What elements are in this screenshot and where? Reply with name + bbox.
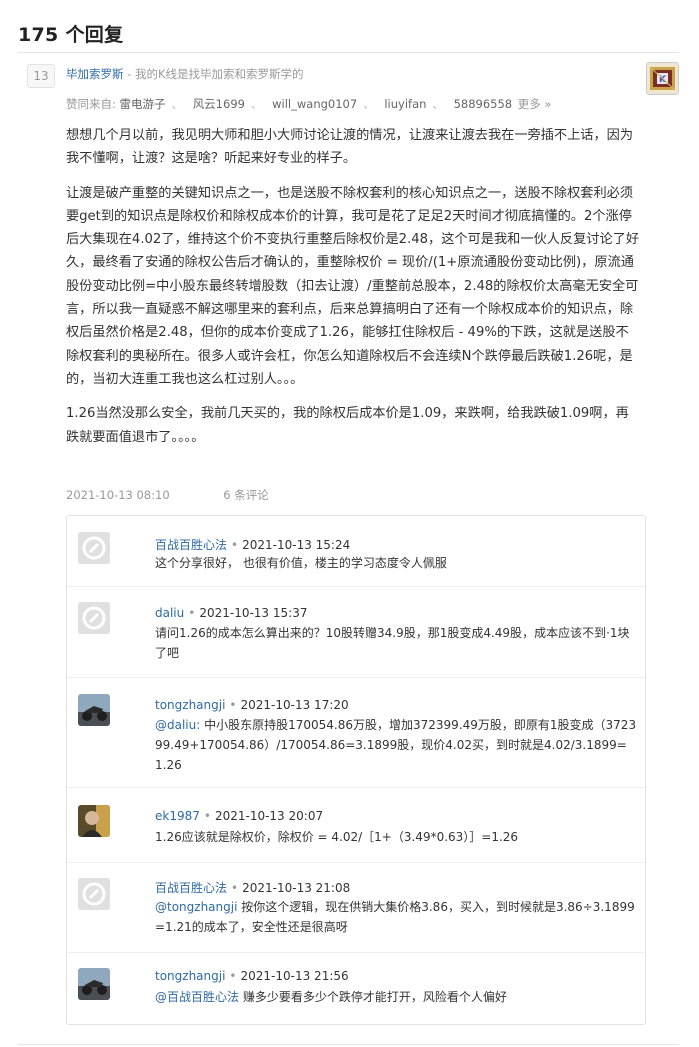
comment-dot: • [203, 809, 211, 823]
comment-header: tongzhangji • 2021-10-13 17:20 [155, 698, 349, 712]
post-date: 2021-10-13 08:10 [66, 488, 170, 502]
author-line: 毕加索罗斯 - 我的K线是找毕加索和索罗斯学的 [66, 66, 304, 82]
comment-mention[interactable]: @daliu: [155, 718, 200, 732]
comment-count-link[interactable]: 6 条评论 [223, 488, 268, 502]
votes-label: 赞同来自: [66, 97, 116, 111]
comment-header: tongzhangji • 2021-10-13 21:56 [155, 969, 349, 983]
motorcycle-avatar[interactable] [78, 968, 110, 1000]
post-paragraph: 让渡是破产重整的关键知识点之一，也是送股不除权套利的核心知识点之一，送股不除权套… [66, 185, 640, 387]
post-paragraph: 想想几个月以前，我见明大师和胆小大师讨论让渡的情况，让渡来让渡去我在一旁插不上话… [66, 128, 634, 167]
voter-separator: 、 [171, 97, 184, 111]
comment-time: 2021-10-13 20:07 [214, 809, 324, 823]
comment-user-link[interactable]: ek1987 [155, 809, 200, 823]
votes-line: 赞同来自: 雷电游子、 风云1699、 will_wang0107、 liuyi… [66, 96, 551, 112]
comment-content: 赚多少要看多少个跌停才能打开，风险看个人偏好 [239, 990, 507, 1004]
comment-text: 请问1.26的成本怎么算出来的？10股转赠34.9股，那1股变成4.49股，成本… [155, 623, 637, 663]
author-name-link[interactable]: 毕加索罗斯 [66, 67, 124, 81]
person-avatar[interactable] [78, 805, 110, 837]
comment-item: ek1987 • 2021-10-13 20:07 1.26应该就是除权价，除权价 … [67, 787, 645, 867]
comment-dot: • [231, 881, 239, 895]
voter-separator: 、 [363, 97, 375, 111]
comment-text: @tongzhangji 按你这个逻辑，现在供销大集价格3.86，买入，到时候就… [155, 897, 637, 937]
comment-user-link[interactable]: daliu [155, 606, 184, 620]
comment-item: daliu • 2021-10-13 15:37 请问1.26的成本怎么算出来的？1… [67, 586, 645, 686]
motorcycle-avatar[interactable] [78, 694, 110, 726]
voter-link[interactable]: 雷电游子 [120, 97, 166, 111]
comment-content: 1.26应该就是除权价，除权价 = 4.02/［1+（3.49*0.63）］=1… [155, 830, 519, 844]
default-avatar-icon[interactable] [78, 602, 110, 634]
comment-time: 2021-10-13 21:08 [242, 881, 351, 895]
comment-user-link[interactable]: tongzhangji [155, 698, 225, 712]
comment-text: @百战百胜心法 赚多少要看多少个跌停才能打开，风险看个人偏好 [155, 987, 637, 1007]
comment-header: 百战百胜心法 • 2021-10-13 15:24 [155, 536, 350, 553]
more-voters-link[interactable]: 更多 » [518, 97, 552, 111]
comment-user-link[interactable]: 百战百胜心法 [155, 538, 227, 552]
comment-header: ek1987 • 2021-10-13 20:07 [155, 809, 323, 823]
reply-count-title: 175 个回复 [18, 24, 124, 46]
author-separator: - [123, 67, 135, 81]
comment-dot: • [229, 969, 237, 983]
comment-item: tongzhangji • 2021-10-13 21:56 @百战百胜心法 赚多少… [67, 952, 645, 1024]
comment-text: @daliu: 中小股东原持股170054.86万股，增加372399.49万股… [155, 715, 637, 775]
post-body: 想想几个月以前，我见明大师和胆小大师讨论让渡的情况，让渡来让渡去我在一旁插不上话… [66, 124, 640, 460]
comment-item: 百战百胜心法 • 2021-10-13 21:08 @tongzhangji 按你这… [67, 862, 645, 962]
comment-content: 中小股东原持股170054.86万股，增加372399.49万股，即原有1股变成… [155, 718, 637, 772]
comment-dot: • [188, 606, 196, 620]
comment-item: tongzhangji • 2021-10-13 17:20 @daliu: 中小股… [67, 677, 645, 797]
comment-text: 1.26应该就是除权价，除权价 = 4.02/［1+（3.49*0.63）］=1… [155, 827, 637, 847]
voter-link[interactable]: 风云1699 [193, 97, 245, 111]
comment-dot: • [231, 538, 239, 552]
author-avatar[interactable]: K [646, 62, 679, 95]
comment-time: 2021-10-13 15:24 [242, 538, 351, 552]
comment-header: 百战百胜心法 • 2021-10-13 21:08 [155, 879, 350, 896]
comment-mention[interactable]: @tongzhangji [155, 900, 237, 914]
comment-user-link[interactable]: 百战百胜心法 [155, 881, 227, 895]
voter-separator: 、 [432, 97, 444, 111]
author-avatar-image: K [647, 63, 678, 94]
voter-link[interactable]: 58896558 [454, 97, 513, 111]
comment-user-link[interactable]: tongzhangji [155, 969, 225, 983]
default-avatar-icon[interactable] [78, 532, 110, 564]
voter-separator: 、 [250, 97, 263, 111]
comment-dot: • [229, 698, 237, 712]
vote-count-badge[interactable]: 13 [27, 64, 55, 88]
post-meta: 2021-10-13 08:10 6 条评论 [66, 487, 269, 503]
comment-content: 这个分享很好， 也很有价值，楼主的学习态度令人佩服 [155, 556, 447, 570]
comment-time: 2021-10-13 21:56 [240, 969, 349, 983]
bottom-divider [18, 1044, 679, 1045]
voter-link[interactable]: liuyifan [384, 97, 426, 111]
comment-text: 这个分享很好， 也很有价值，楼主的学习态度令人佩服 [155, 553, 637, 573]
comment-list: 百战百胜心法 • 2021-10-13 15:24 这个分享很好， 也很有价值，楼主… [66, 515, 646, 1025]
comment-mention[interactable]: @百战百胜心法 [155, 990, 239, 1004]
comment-content: 请问1.26的成本怎么算出来的？10股转赠34.9股，那1股变成4.49股，成本… [155, 626, 630, 660]
comment-time: 2021-10-13 17:20 [240, 698, 349, 712]
post-paragraph: 1.26当然没那么安全，我前几天买的，我的除权后成本价是1.09，来跌啊，给我跌… [66, 406, 629, 445]
comment-time: 2021-10-13 15:37 [199, 606, 308, 620]
default-avatar-icon[interactable] [78, 878, 110, 910]
comment-item: 百战百胜心法 • 2021-10-13 15:24 这个分享很好， 也很有价值，楼主… [67, 516, 645, 596]
header-divider [18, 52, 679, 53]
author-bio: 我的K线是找毕加索和索罗斯学的 [134, 67, 304, 81]
voter-link[interactable]: will_wang0107 [272, 97, 357, 111]
comment-header: daliu • 2021-10-13 15:37 [155, 606, 307, 620]
